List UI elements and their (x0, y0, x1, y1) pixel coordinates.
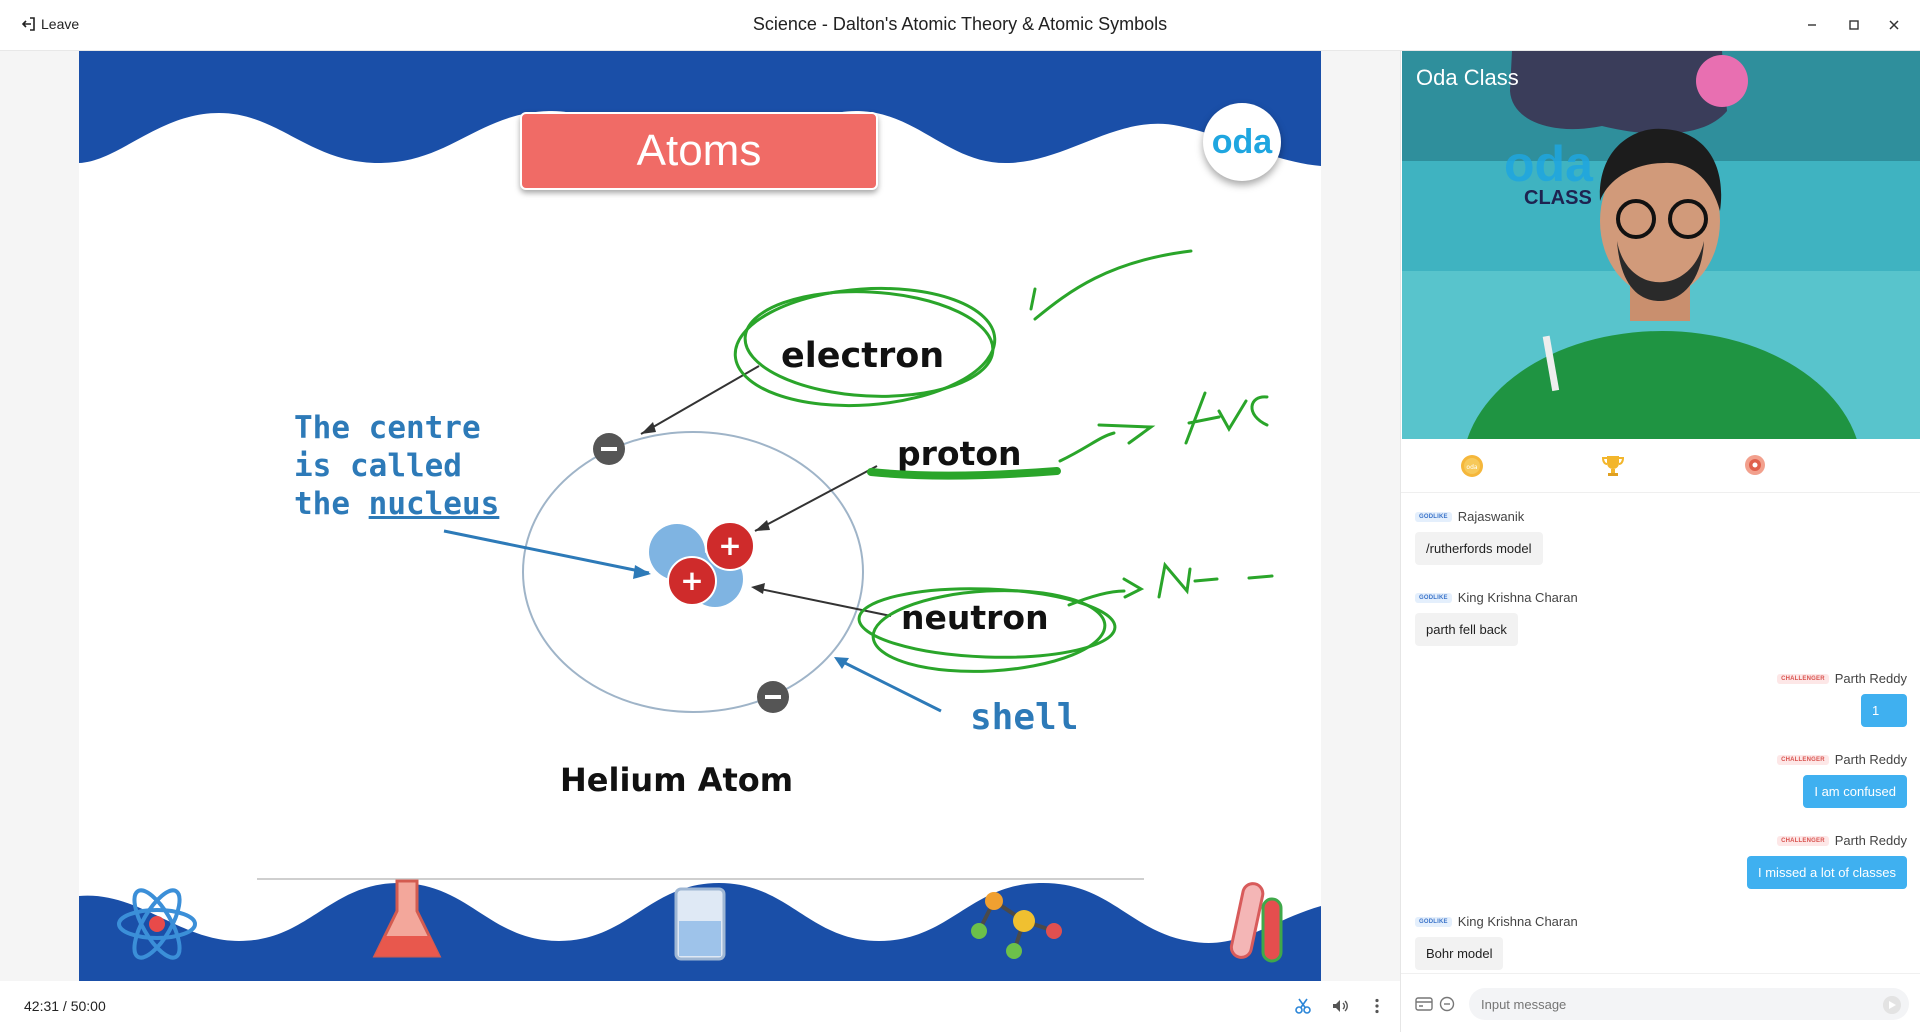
proton-label: proton (897, 434, 1022, 473)
message-bubble: Bohr model (1415, 937, 1504, 970)
window-title: Science - Dalton's Atomic Theory & Atomi… (752, 14, 1168, 34)
close-button[interactable] (1882, 13, 1906, 37)
sender-name: Parth Reddy (1834, 833, 1907, 848)
trophy-icon[interactable] (1600, 453, 1626, 479)
slide: + + Atoms oda The centre is called the n… (79, 51, 1321, 981)
wall-logo: oda (1504, 136, 1593, 192)
title-bar: Leave Science - Dalton's Atomic Theory &… (0, 0, 1920, 51)
caption-line: The centre (294, 410, 481, 446)
svg-text:oda: oda (1466, 464, 1477, 471)
studio-sign: Oda Class (1416, 65, 1519, 90)
chat-message: GODLIKE King Krishna Charan Bohr model (1415, 914, 1578, 970)
presentation-stage: + + Atoms oda The centre is called the n… (0, 51, 1400, 981)
chat-bubble-icon[interactable] (1439, 996, 1455, 1012)
rank-badge: CHALLENGER (1777, 754, 1829, 765)
helium-atom-caption: Helium Atom (560, 761, 794, 799)
oda-coin-icon[interactable]: oda (1459, 453, 1485, 479)
neutron-label: neutron (901, 598, 1049, 637)
playback-bar: 42:31 / 50:00 (0, 981, 1400, 1032)
rank-badge: GODLIKE (1415, 916, 1452, 927)
beaker-icon (674, 887, 726, 961)
message-bubble: 1 (1861, 694, 1907, 727)
chat-message: CHALLENGER Parth Reddy I missed a lot of … (1747, 833, 1907, 889)
chat-input[interactable] (1469, 988, 1909, 1020)
volume-icon[interactable] (1331, 997, 1349, 1015)
message-bubble: parth fell back (1415, 613, 1518, 646)
sender-name: King Krishna Charan (1457, 590, 1578, 605)
sender-name: Rajaswanik (1457, 509, 1525, 524)
caption-line: the (294, 486, 369, 522)
teacher-video: Oda Class oda CLASS (1402, 51, 1920, 439)
send-icon[interactable] (1883, 996, 1901, 1014)
nucleus-caption: The centre is called the nucleus (294, 409, 499, 523)
card-icon[interactable] (1415, 996, 1433, 1012)
rank-badge: GODLIKE (1415, 511, 1452, 522)
electron-label: electron (781, 336, 945, 376)
chat-message: GODLIKE King Krishna Charan parth fell ba… (1415, 590, 1578, 646)
more-vertical-icon[interactable] (1368, 997, 1386, 1015)
wall-logo-sub: CLASS (1524, 187, 1592, 209)
chat-input-bar (1401, 973, 1920, 1032)
chat-list: GODLIKE Rajaswanik /rutherfords model GOD… (1401, 493, 1920, 973)
caption-line: is called (294, 448, 462, 484)
slide-background: + + (79, 51, 1321, 981)
rank-badge: GODLIKE (1415, 592, 1452, 603)
close-icon (1889, 20, 1899, 30)
rank-badge: CHALLENGER (1777, 835, 1829, 846)
rank-badge: CHALLENGER (1777, 673, 1829, 684)
sender-name: King Krishna Charan (1457, 914, 1578, 929)
sender-name: Parth Reddy (1834, 752, 1907, 767)
message-bubble: I am confused (1803, 775, 1907, 808)
chat-message: CHALLENGER Parth Reddy I am confused (1777, 752, 1907, 808)
scissors-icon[interactable] (1294, 997, 1312, 1015)
svg-text:+: + (718, 529, 741, 562)
slide-title-banner: Atoms (520, 112, 878, 190)
helium-atom-diagram: + + (443, 365, 942, 713)
chat-message: CHALLENGER Parth Reddy 1 (1777, 671, 1907, 727)
minimize-button[interactable] (1800, 13, 1824, 37)
minimize-icon (1808, 24, 1816, 26)
sender-name: Parth Reddy (1834, 671, 1907, 686)
message-bubble: I missed a lot of classes (1747, 856, 1907, 889)
oda-logo: oda (1203, 103, 1281, 181)
video-frame (1402, 51, 1920, 439)
playback-time: 42:31 / 50:00 (24, 998, 106, 1014)
shell-label: shell (970, 697, 1079, 738)
message-bubble: /rutherfords model (1415, 532, 1543, 565)
maximize-icon (1849, 20, 1859, 30)
svg-text:+: + (680, 564, 703, 597)
side-panel: Oda Class oda CLASS oda GODLIKE Rajaswani… (1400, 51, 1920, 1032)
chat-message: GODLIKE Rajaswanik /rutherfords model (1415, 509, 1543, 565)
nucleus-word: nucleus (368, 486, 500, 522)
badge-icon[interactable] (1742, 453, 1768, 479)
panel-tabs: oda (1401, 439, 1920, 493)
maximize-button[interactable] (1842, 13, 1866, 37)
